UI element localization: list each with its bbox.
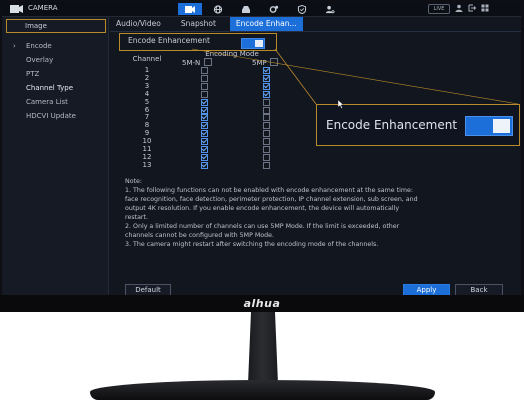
callout-label: Encode Enhancement xyxy=(326,118,458,132)
toggle-knob xyxy=(493,119,510,133)
monitor-stand-base xyxy=(90,380,435,400)
callout-connector xyxy=(191,48,519,105)
monitor-stand-neck xyxy=(248,312,278,384)
brand-logo: alhua xyxy=(243,297,281,310)
screen: CAMERA LIVE Image › Encode Overlay PTZ C… xyxy=(2,2,521,295)
callout-toggle xyxy=(465,116,513,136)
monitor-frame: CAMERA LIVE Image › Encode Overlay PTZ C… xyxy=(0,0,524,312)
mouse-cursor-icon xyxy=(338,100,345,109)
encode-enhancement-callout: Encode Enhancement xyxy=(316,104,520,146)
